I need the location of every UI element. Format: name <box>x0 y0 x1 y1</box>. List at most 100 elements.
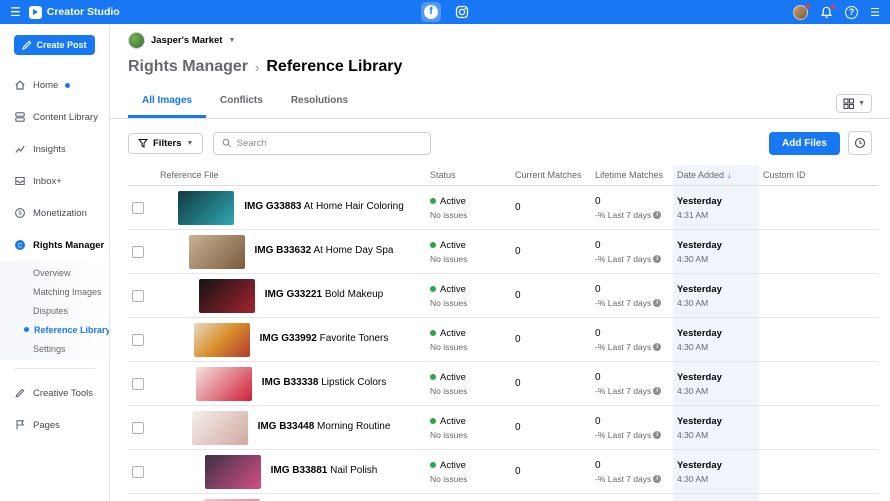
info-icon[interactable]: i <box>653 255 661 263</box>
sidebar-item-creative-tools[interactable]: Creative Tools <box>0 377 109 409</box>
row-checkbox[interactable] <box>132 334 144 346</box>
table-row[interactable]: IMG G33992 Favorite Toners Active No iss… <box>128 318 878 362</box>
history-button[interactable] <box>848 131 872 155</box>
info-icon[interactable]: i <box>653 211 661 219</box>
current-matches-value: 0 <box>511 406 591 449</box>
col-current-matches[interactable]: Current Matches <box>511 165 591 185</box>
lifetime-matches-value: 0 <box>595 416 669 427</box>
info-icon[interactable]: i <box>653 343 661 351</box>
col-custom-id[interactable]: Custom ID <box>759 165 878 185</box>
profile-button[interactable] <box>793 5 808 20</box>
instagram-tab[interactable] <box>455 5 469 19</box>
active-status-dot <box>430 462 436 468</box>
svg-text:$: $ <box>18 210 22 217</box>
subnav-item-disputes[interactable]: Disputes <box>0 301 109 320</box>
sidebar-item-rights-manager[interactable]: C Rights Manager <box>0 229 109 261</box>
date-added-cell: Yesterday 4:30 AM <box>673 494 759 501</box>
lifetime-matches-cell: 0 -% Last 7 days i <box>591 230 673 273</box>
status-cell: Active No issues <box>426 362 511 405</box>
sidebar-item-monetization[interactable]: $ Monetization <box>0 197 109 229</box>
account-menu-button[interactable]: ☰ <box>870 6 880 19</box>
custom-id-value <box>759 274 878 317</box>
lifetime-matches-cell: 0 -% Last 7 days i <box>591 274 673 317</box>
custom-id-value <box>759 494 878 501</box>
row-checkbox[interactable] <box>132 378 144 390</box>
hamburger-menu-icon[interactable]: ☰ <box>10 5 21 19</box>
sidebar-item-content-library[interactable]: Content Library <box>0 101 109 133</box>
table-row[interactable]: IMG B33338 Lipstick Colors Active No iss… <box>128 362 878 406</box>
select-all-header <box>128 165 156 185</box>
lifetime-matches-cell: 0 -% Last 7 days i <box>591 318 673 361</box>
table-row[interactable]: IMG G33221 Bold Makeup Active No issues … <box>128 274 878 318</box>
col-reference-file[interactable]: Reference File <box>156 165 426 185</box>
current-matches-value: 0 <box>511 362 591 405</box>
subnav-item-matching-images[interactable]: Matching Images <box>0 282 109 301</box>
sidebar-item-inbox[interactable]: Inbox+ <box>0 165 109 197</box>
breadcrumb-rights-manager[interactable]: Rights Manager <box>128 58 248 76</box>
table-row[interactable]: IMG G33883 At Home Hair Coloring Active … <box>128 186 878 230</box>
subnav-item-settings[interactable]: Settings <box>0 339 109 358</box>
info-icon[interactable]: i <box>653 431 661 439</box>
filter-icon <box>138 138 148 148</box>
table-row[interactable]: IMG B33448 Morning Routine Active No iss… <box>128 406 878 450</box>
help-icon: ? <box>845 6 858 19</box>
col-date-added[interactable]: Date Added ↓ <box>673 165 759 185</box>
sidebar-item-pages[interactable]: Pages <box>0 409 109 441</box>
lifetime-matches-cell: 0 -% Last 7 days i <box>591 186 673 229</box>
reference-image-thumbnail <box>205 455 261 489</box>
search-input[interactable] <box>237 138 423 149</box>
lifetime-trend-label: -% Last 7 days <box>595 298 651 308</box>
col-status[interactable]: Status <box>426 165 511 185</box>
status-cell: Active No issues <box>426 186 511 229</box>
subnav-item-overview[interactable]: Overview <box>0 263 109 282</box>
lifetime-trend-label: -% Last 7 days <box>595 474 651 484</box>
status-sub-label: No issues <box>430 342 507 352</box>
sidebar-item-home[interactable]: Home <box>0 69 109 101</box>
main-content: Jasper's Market ▼ Rights Manager › Refer… <box>110 24 890 501</box>
lifetime-matches-value: 0 <box>595 240 669 251</box>
page-owner-selector[interactable]: Jasper's Market ▼ <box>128 32 872 49</box>
sidebar-item-insights[interactable]: Insights <box>0 133 109 165</box>
custom-id-value <box>759 318 878 361</box>
grid-view-icon <box>843 98 854 109</box>
date-added-day: Yesterday <box>677 372 755 383</box>
info-icon[interactable]: i <box>653 387 661 395</box>
toolbar-actions: Add Files <box>769 131 872 155</box>
info-icon[interactable]: i <box>653 475 661 483</box>
table-row[interactable]: IMG B33632 At Home Day Spa Active No iss… <box>128 230 878 274</box>
date-added-cell: Yesterday 4:30 AM <box>673 230 759 273</box>
facebook-tab[interactable]: f <box>421 2 441 22</box>
status-sub-label: No issues <box>430 386 507 396</box>
tab-resolutions[interactable]: Resolutions <box>277 86 362 118</box>
create-post-button[interactable]: Create Post <box>14 35 95 55</box>
custom-id-value <box>759 230 878 273</box>
reference-image-thumbnail <box>196 367 252 401</box>
date-added-time: 4:31 AM <box>677 210 755 220</box>
app-root: ☰ Creator Studio f <box>0 0 890 501</box>
add-files-button[interactable]: Add Files <box>769 132 840 155</box>
row-checkbox[interactable] <box>132 422 144 434</box>
current-matches-value: 0 <box>511 318 591 361</box>
notifications-button[interactable] <box>820 6 833 19</box>
table-row[interactable]: IMG G33853 Pink Blush Active No issues 0… <box>128 494 878 501</box>
row-checkbox[interactable] <box>132 246 144 258</box>
info-icon[interactable]: i <box>653 299 661 307</box>
status-sub-label: No issues <box>430 210 507 220</box>
date-added-cell: Yesterday 4:30 AM <box>673 274 759 317</box>
row-checkbox[interactable] <box>132 466 144 478</box>
reference-file-name: IMG G33883 At Home Hair Coloring <box>244 201 404 214</box>
lifetime-matches-value: 0 <box>595 328 669 339</box>
reference-image-thumbnail <box>178 191 234 225</box>
filters-button[interactable]: Filters ▼ <box>128 133 203 154</box>
subnav-item-reference-library[interactable]: Reference Library <box>0 320 109 339</box>
tab-conflicts[interactable]: Conflicts <box>206 86 277 118</box>
page-header: Jasper's Market ▼ Rights Manager › Refer… <box>110 24 890 76</box>
row-checkbox[interactable] <box>132 202 144 214</box>
row-checkbox[interactable] <box>132 290 144 302</box>
tab-all-images[interactable]: All Images <box>128 86 206 118</box>
table-row[interactable]: IMG B33881 Nail Polish Active No issues … <box>128 450 878 494</box>
page-owner-avatar <box>128 32 145 49</box>
view-options-button[interactable]: ▼ <box>836 94 872 113</box>
col-lifetime-matches[interactable]: Lifetime Matches <box>591 165 673 185</box>
help-button[interactable]: ? <box>845 6 858 19</box>
